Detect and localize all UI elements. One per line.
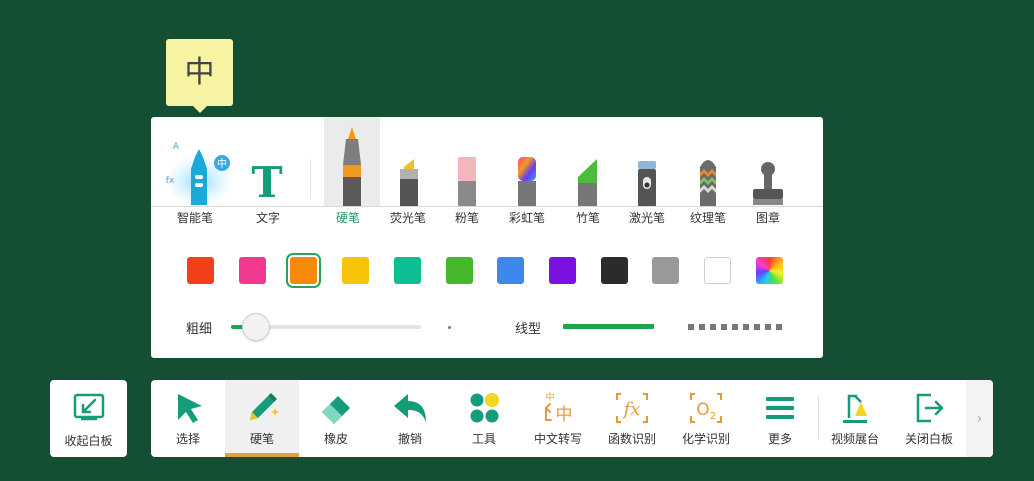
toolbar-more[interactable]: 更多	[743, 380, 817, 457]
tool-label-stamp: 图章	[755, 211, 780, 225]
smart-pen-hint-bubble: 中	[166, 39, 233, 113]
toolbar-undo-label: 撤销	[397, 432, 422, 446]
tool-label-smart: 智能笔	[176, 211, 213, 225]
toolbar-video[interactable]: 视频展台	[818, 380, 892, 457]
toolbar-chinese-label: 中文转写	[533, 432, 582, 446]
collapse-label: 收起白板	[64, 434, 113, 448]
color-swatch[interactable]	[394, 257, 421, 284]
toolbar-chemistry[interactable]: O 2 化学识别	[669, 380, 743, 457]
texture-pen-icon	[700, 160, 716, 207]
chevron-right-icon: ›	[976, 410, 983, 427]
pen-icon	[250, 393, 279, 420]
linetype-dotted[interactable]	[688, 324, 782, 330]
color-swatch[interactable]	[497, 257, 524, 284]
svg-text:中: 中	[556, 405, 573, 425]
toolbar-tools[interactable]: 工具	[447, 380, 521, 457]
stamp-icon	[753, 162, 783, 205]
tool-label-laser: 激光笔	[628, 211, 665, 225]
linetype-label: 线型	[515, 322, 542, 337]
toolbar-video-label: 视频展台	[830, 432, 879, 446]
color-swatch[interactable]	[342, 257, 369, 284]
toolbar-hardpen-label: 硬笔	[249, 432, 274, 446]
color-swatch[interactable]	[652, 257, 679, 284]
toolbar-chinese[interactable]: 中 中 中文转写	[521, 380, 595, 457]
toolbar-chemistry-label: 化学识别	[681, 432, 730, 446]
color-swatch[interactable]	[239, 257, 266, 284]
svg-text:中: 中	[545, 391, 554, 403]
toolbar-undo[interactable]: 撤销	[373, 380, 447, 457]
collapse-icon	[73, 393, 105, 421]
hint-character: 中	[184, 54, 215, 90]
toolbar-close[interactable]: 关闭白板	[892, 380, 966, 457]
text-tool-icon: T	[251, 158, 283, 207]
pen-settings-panel: 中 A fx T 智能笔 文字 硬笔 荧光笔 粉笔 彩虹笔 竹笔 激光笔 纹理笔…	[151, 117, 823, 358]
toolbar-tools-label: 工具	[471, 432, 496, 446]
tool-label-text: 文字	[255, 211, 280, 225]
color-swatch[interactable]	[549, 257, 576, 284]
color-swatch[interactable]	[446, 257, 473, 284]
color-swatch[interactable]	[286, 253, 321, 288]
tool-label-rainbow: 彩虹笔	[508, 211, 545, 225]
pen-row-baseline	[151, 206, 823, 207]
toolbar-select[interactable]: 选择	[151, 380, 225, 457]
select-cursor-icon	[178, 394, 202, 423]
exit-icon	[916, 393, 944, 423]
function-recognize-icon: fx	[616, 393, 648, 423]
rainbow-pen-icon	[518, 157, 536, 207]
svg-text:fx: fx	[622, 399, 641, 420]
tools-icon	[470, 393, 499, 423]
toolbar-select-label: 选择	[175, 432, 200, 446]
smart-badge-text: 中	[217, 157, 227, 170]
color-swatch[interactable]	[756, 257, 783, 284]
pen-type-row: 中 A fx T	[151, 117, 823, 207]
color-swatch[interactable]	[704, 257, 731, 284]
svg-text:O: O	[696, 400, 709, 420]
toolbar-eraser-label: 橡皮	[323, 432, 348, 446]
pen-row-separator	[310, 159, 311, 199]
chinese-transcribe-icon: 中 中	[544, 391, 573, 425]
thickness-label: 粗细	[186, 322, 213, 337]
toolbar-close-label: 关闭白板	[904, 432, 953, 446]
hard-pen-icon	[343, 127, 361, 207]
bamboo-pen-icon	[578, 159, 597, 207]
svg-text:2: 2	[710, 411, 716, 422]
color-swatch[interactable]	[601, 257, 628, 284]
thickness-slider-thumb[interactable]	[242, 313, 270, 341]
toolbar-function-label: 函数识别	[607, 432, 656, 446]
toolbar-more-label: 更多	[767, 432, 792, 446]
laser-pen-icon	[638, 161, 656, 207]
toolbar-active-indicator	[225, 453, 299, 457]
menu-icon	[766, 397, 794, 419]
svg-text:fx: fx	[166, 176, 175, 186]
thickness-preview-dot	[448, 326, 451, 329]
toolbar-function[interactable]: fx 函数识别	[595, 380, 669, 457]
color-swatch[interactable]	[187, 257, 214, 284]
smart-pen-icon: 中 A fx	[165, 142, 233, 205]
main-toolbar: 选择 硬笔 橡皮 撤销 工具 中 中 中文转写 fx 函数识别 O 2 化学识别…	[151, 380, 993, 457]
pen-tool-text[interactable]: T	[245, 161, 289, 205]
toolbar-hardpen[interactable]: 硬笔	[225, 380, 299, 457]
chemistry-recognize-icon: O 2	[690, 393, 722, 423]
toolbar-scroll-right[interactable]: ›	[966, 380, 993, 457]
video-booth-icon	[843, 394, 867, 423]
svg-text:A: A	[173, 142, 180, 152]
chalk-icon	[458, 157, 476, 207]
highlighter-icon	[400, 159, 418, 207]
toolbar-eraser[interactable]: 橡皮	[299, 380, 373, 457]
eraser-icon	[322, 396, 350, 424]
collapse-whiteboard-button[interactable]: 收起白板	[50, 380, 127, 457]
linetype-solid[interactable]	[563, 324, 654, 329]
undo-icon	[394, 394, 426, 422]
pen-tool-smart[interactable]: 中 A fx	[161, 135, 237, 207]
